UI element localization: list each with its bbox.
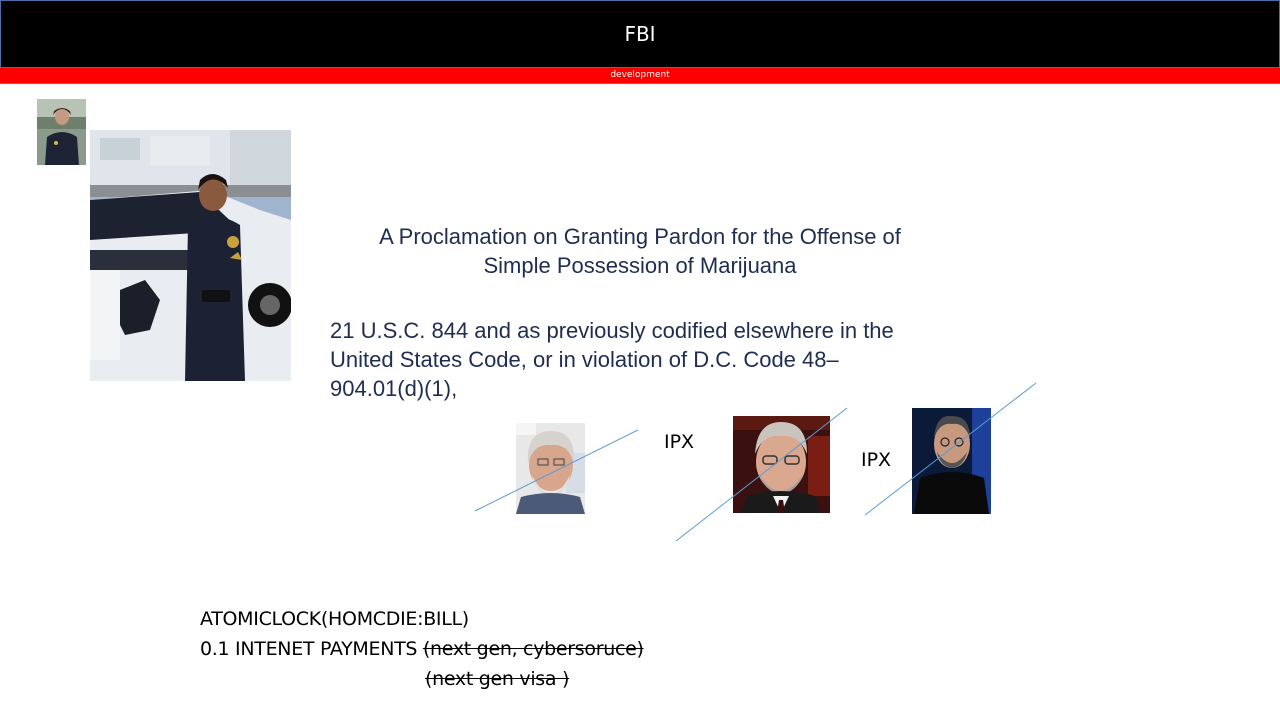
- ipx-label-1: IPX: [664, 431, 695, 453]
- title-line-1: A Proclamation on Granting Pardon for th…: [379, 224, 901, 249]
- code-citation: 21 U.S.C. 844 and as previously codified…: [330, 316, 970, 403]
- slide: FBI development A Proclamation on Granti…: [0, 0, 1280, 720]
- code-line-1: 21 U.S.C. 844 and as previously codified…: [330, 318, 894, 343]
- code-line-3: 904.01(d)(1),: [330, 376, 458, 401]
- footer-line-2: 0.1 INTENET PAYMENTS (next gen, cybersor…: [200, 638, 644, 660]
- person-photo-1: [516, 423, 585, 514]
- header-bar: FBI: [0, 0, 1280, 68]
- footer-line-3-struck: (next gen visa ): [425, 668, 570, 690]
- subtitle-bar: development: [0, 68, 1280, 84]
- person-photo-3: [912, 408, 991, 514]
- footer-line-2-prefix: 0.1 INTENET PAYMENTS: [200, 638, 423, 660]
- code-line-2: United States Code, or in violation of D…: [330, 347, 839, 372]
- header-subtitle: development: [610, 70, 670, 80]
- officer-photo-small: [37, 99, 86, 165]
- proclamation-title: A Proclamation on Granting Pardon for th…: [330, 222, 950, 280]
- footer-line-1: ATOMICLOCK(HOMCDIE:BILL): [200, 608, 469, 630]
- title-line-2: Simple Possession of Marijuana: [483, 253, 797, 278]
- footer-line-2-struck: (next gen, cybersoruce): [422, 638, 644, 660]
- officer-with-patrol-car-photo: [90, 130, 291, 381]
- header-title: FBI: [624, 22, 656, 46]
- person-photo-2: [733, 416, 830, 513]
- ipx-label-2: IPX: [861, 449, 892, 471]
